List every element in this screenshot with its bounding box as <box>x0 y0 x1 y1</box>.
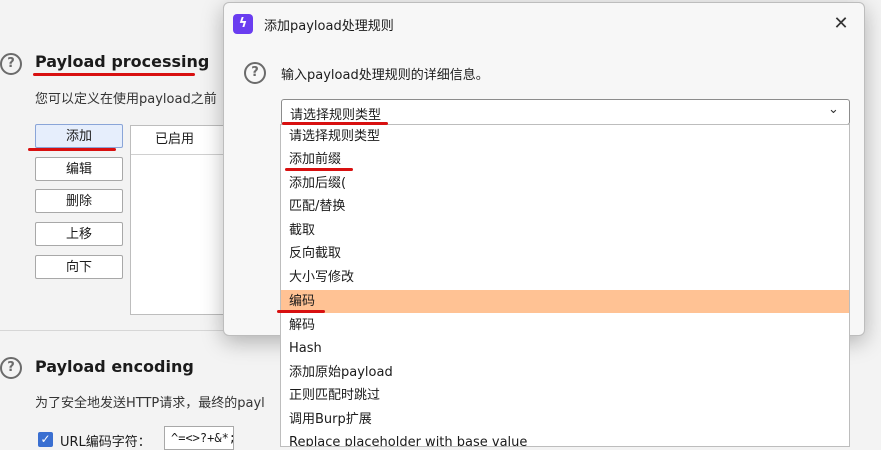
dialog-description: 输入payload处理规则的详细信息。 <box>281 68 489 83</box>
edit-rule-button[interactable]: 编辑 <box>35 157 123 181</box>
dropdown-option[interactable]: Hash <box>281 337 849 360</box>
remove-rule-button[interactable]: 删除 <box>35 189 123 213</box>
url-encode-checkbox[interactable]: ✓ <box>38 432 53 447</box>
add-rule-button[interactable]: 添加 <box>35 124 123 148</box>
dropdown-option[interactable]: 添加原始payload <box>281 361 849 384</box>
help-icon[interactable]: ? <box>244 62 266 84</box>
move-down-button[interactable]: 向下 <box>35 255 123 279</box>
dropdown-option-highlighted[interactable]: 编码 <box>281 290 849 313</box>
rules-table[interactable]: 已启用 <box>130 125 230 315</box>
annotation-underline <box>28 148 116 151</box>
rule-type-select-value: 请选择规则类型 <box>290 108 382 123</box>
dropdown-option[interactable]: 匹配/替换 <box>281 195 849 218</box>
dropdown-option[interactable]: Replace placeholder with base value <box>281 431 849 446</box>
dropdown-option[interactable]: 正则匹配时跳过 <box>281 384 849 407</box>
annotation-underline <box>282 122 388 125</box>
dialog-title: 添加payload处理规则 <box>264 19 394 34</box>
move-up-button[interactable]: 上移 <box>35 222 123 246</box>
help-icon[interactable]: ? <box>0 53 22 75</box>
section-divider <box>0 330 230 331</box>
dropdown-option[interactable]: 添加后缀( <box>281 172 849 195</box>
url-encode-label: URL编码字符： <box>60 435 151 450</box>
burp-logo-icon: ϟ <box>233 14 253 34</box>
dropdown-option[interactable]: 调用Burp扩展 <box>281 408 849 431</box>
dropdown-option[interactable]: 截取 <box>281 219 849 242</box>
payload-encoding-title: Payload encoding <box>35 357 194 376</box>
dropdown-option[interactable]: 添加前缀 <box>281 148 849 171</box>
payload-encoding-description: 为了安全地发送HTTP请求，最终的payl <box>35 396 265 411</box>
annotation-underline <box>285 168 353 171</box>
payload-processing-title: Payload processing <box>35 52 210 71</box>
payload-processing-description: 您可以定义在使用payload之前 <box>35 92 217 107</box>
annotation-underline <box>33 73 195 76</box>
rule-type-dropdown-list[interactable]: 请选择规则类型 添加前缀 添加后缀( 匹配/替换 截取 反向截取 大小写修改 编… <box>280 124 850 447</box>
dropdown-option[interactable]: 解码 <box>281 314 849 337</box>
url-encode-chars-field[interactable]: ^=<>?+&*;:"{}|^ <box>164 426 234 450</box>
chevron-down-icon: ⌄ <box>828 102 839 117</box>
close-button[interactable]: ✕ <box>828 11 854 37</box>
dropdown-option[interactable]: 反向截取 <box>281 242 849 265</box>
enabled-column-header[interactable]: 已启用 <box>131 126 229 155</box>
dropdown-option[interactable]: 大小写修改 <box>281 266 849 289</box>
annotation-underline <box>277 310 325 313</box>
dialog-titlebar[interactable]: ϟ 添加payload处理规则 ✕ <box>224 3 864 45</box>
help-icon[interactable]: ? <box>0 357 22 379</box>
dropdown-option[interactable]: 请选择规则类型 <box>281 125 849 148</box>
